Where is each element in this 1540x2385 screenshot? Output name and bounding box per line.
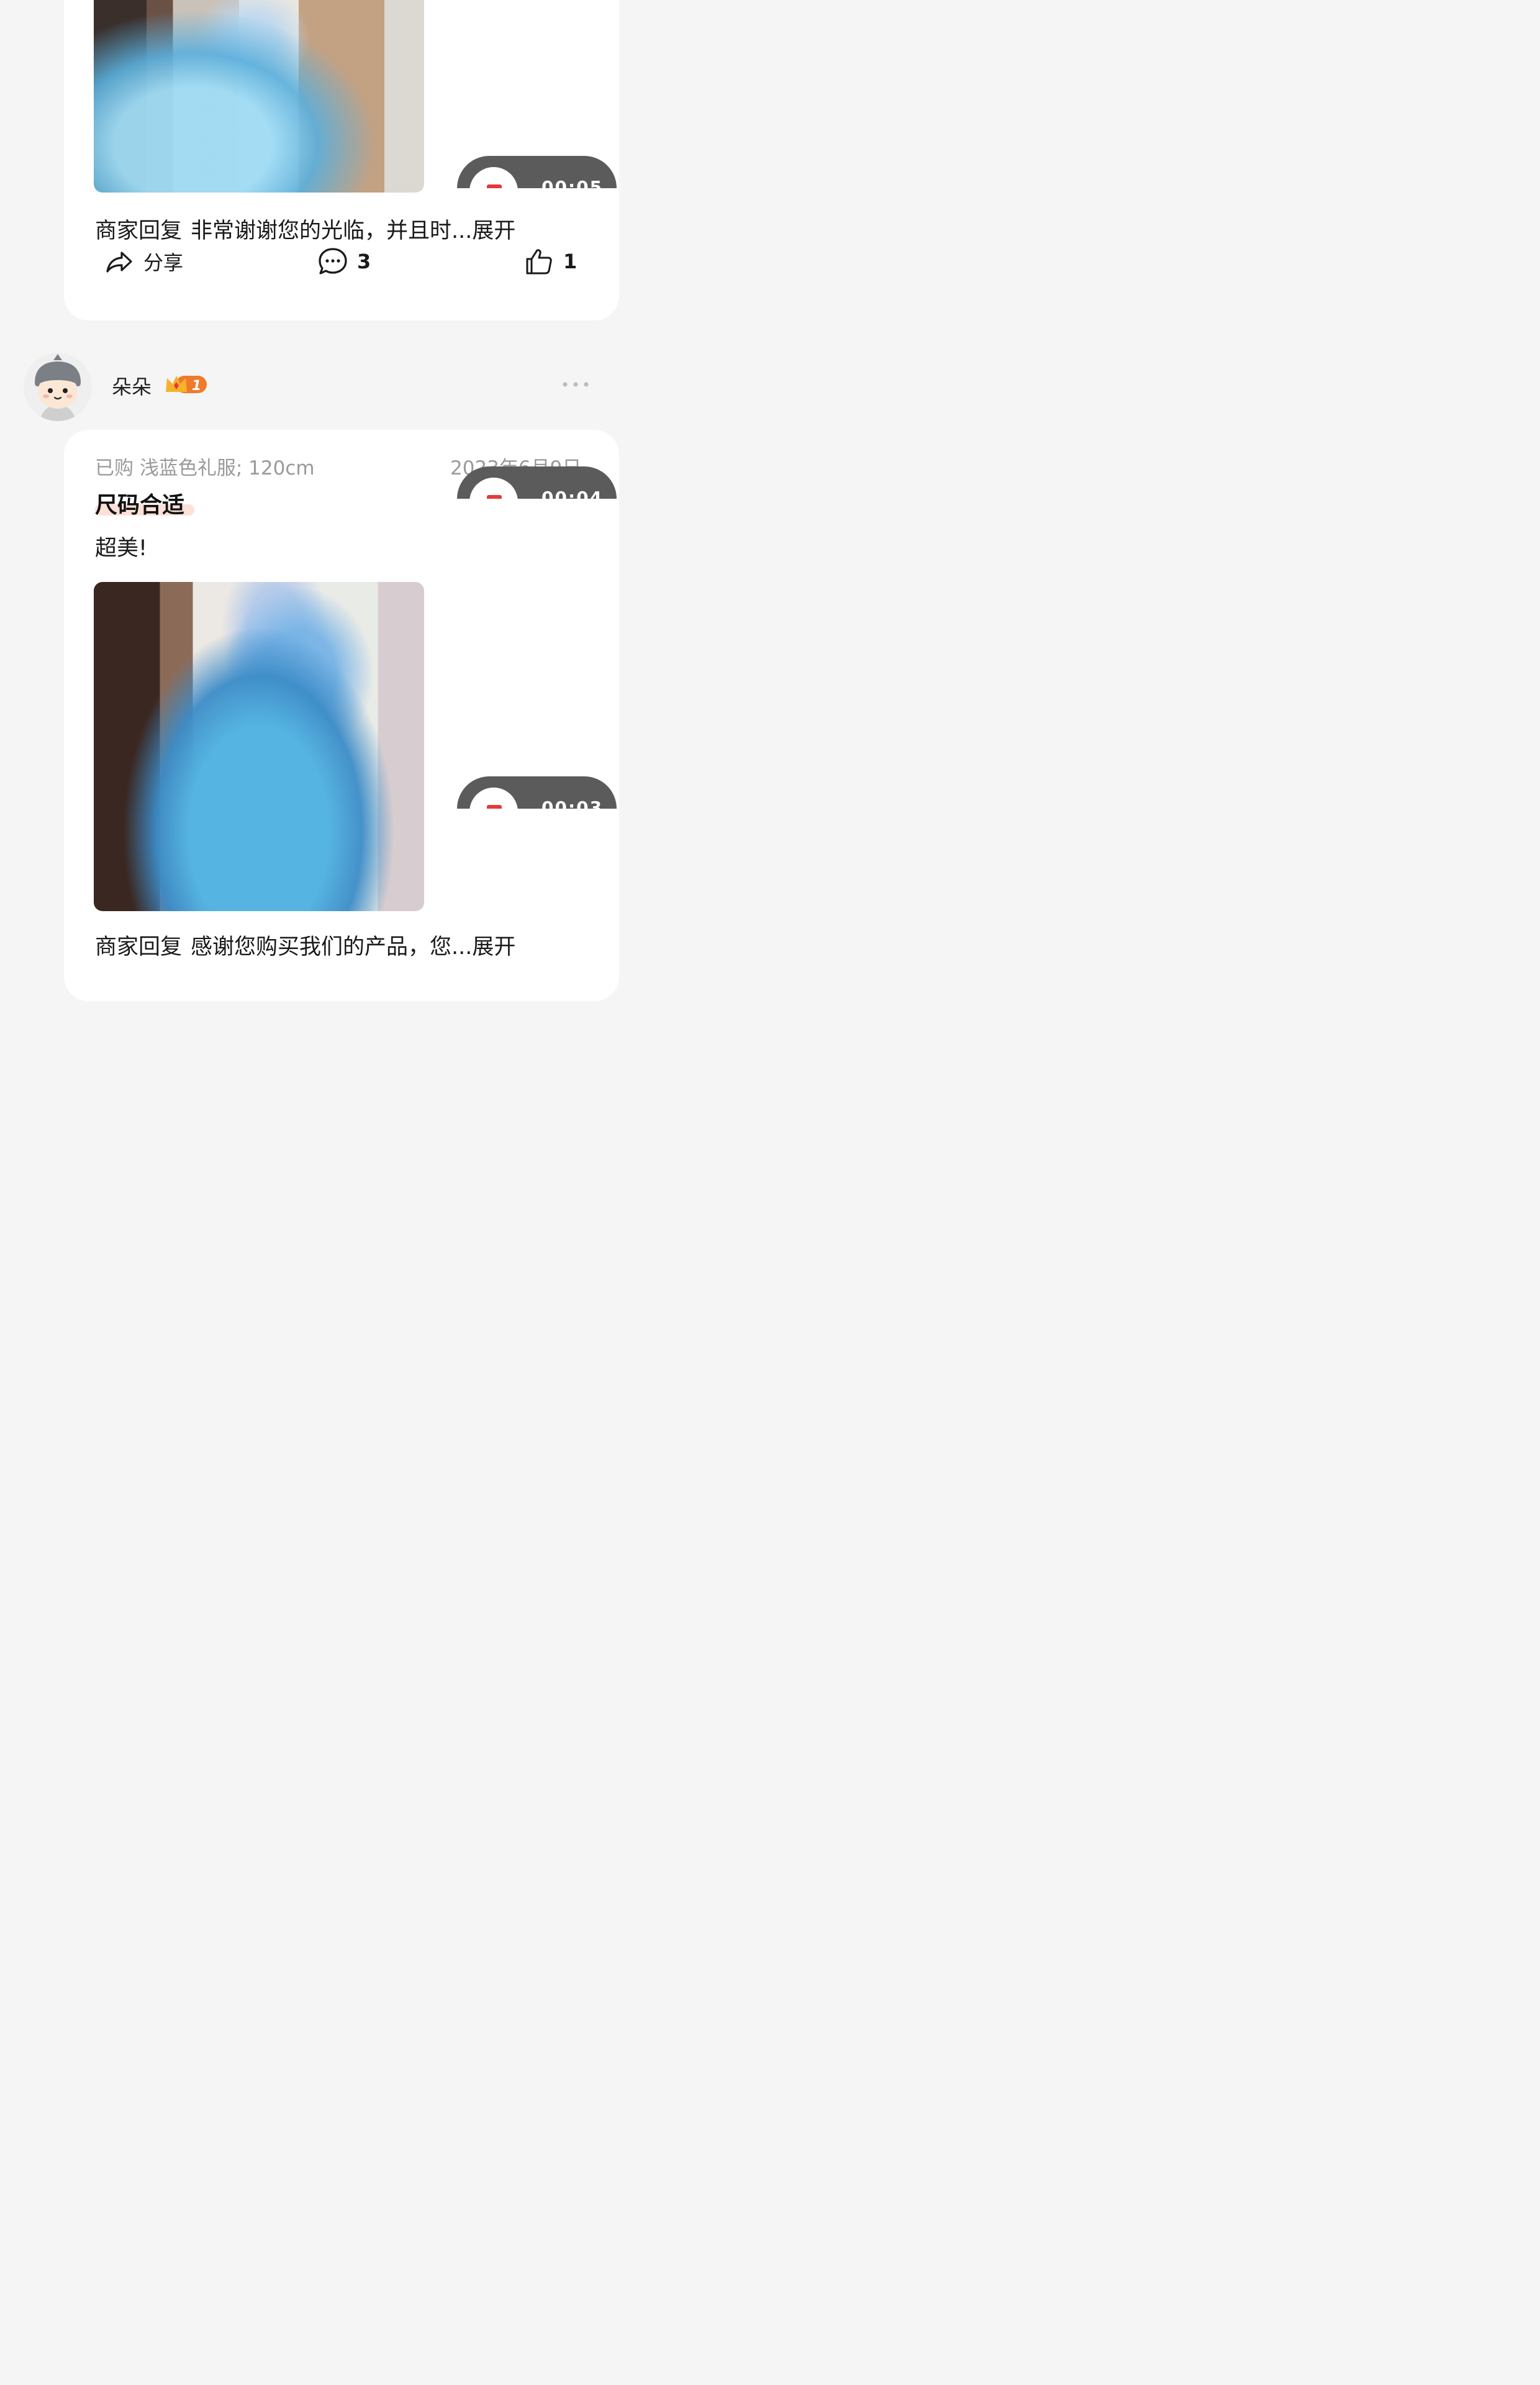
expand-link[interactable]: 展开 (472, 935, 515, 960)
purchase-info: 已购 浅蓝色礼服; 120cm (95, 457, 315, 479)
vip-level: 1 (192, 378, 201, 394)
review-text: 超美! (95, 536, 148, 561)
video-badge[interactable]: 00:04 (457, 466, 617, 499)
like-button[interactable]: 1 (523, 247, 577, 276)
avatar[interactable] (24, 353, 92, 421)
video-duration: 00:04 (541, 488, 604, 499)
video-badge[interactable]: 00:03 (457, 776, 617, 809)
video-indicator (487, 495, 502, 499)
review-photo[interactable] (94, 582, 424, 911)
video-badge[interactable]: 00:05 (457, 156, 617, 188)
thumbs-up-icon (526, 249, 552, 275)
vip-crown-icon: 1 (166, 376, 207, 394)
share-icon (106, 252, 132, 273)
merchant-reply-text: 感谢您购买我们的产品，您... (191, 935, 473, 960)
share-label: 分享 (143, 251, 184, 275)
review-card: 已购 浅蓝色礼服; 120cm 2023年6月9日 00:04 尺码合适 超美!… (64, 430, 619, 1001)
expand-link[interactable]: 展开 (472, 219, 515, 243)
comment-icon (319, 248, 347, 275)
avatar-icon (35, 354, 81, 421)
merchant-reply[interactable]: 商家回复 非常谢谢您的光临，并且时...展开 (95, 217, 515, 245)
comment-button[interactable]: 3 (317, 247, 371, 276)
merchant-reply-label: 商家回复 (95, 935, 183, 960)
video-duration: 00:05 (541, 177, 604, 188)
size-tag-label: 尺码合适 (95, 493, 185, 518)
review-photo[interactable] (94, 0, 424, 193)
video-indicator (487, 184, 502, 188)
merchant-reply[interactable]: 商家回复 感谢您购买我们的产品，您...展开 (95, 933, 515, 961)
reviewer-header: 朵朵 1 (0, 348, 630, 422)
reviewer-name[interactable]: 朵朵 (112, 371, 152, 400)
merchant-reply-text: 非常谢谢您的光临，并且时... (191, 219, 473, 243)
comment-count: 3 (357, 250, 371, 273)
more-icon[interactable] (560, 380, 591, 389)
video-duration: 00:03 (541, 797, 604, 809)
like-count: 1 (563, 250, 578, 273)
size-tag: 尺码合适 (95, 487, 194, 519)
review-card-top: 00:05 商家回复 非常谢谢您的光临，并且时...展开 分享 3 1 (64, 0, 619, 320)
video-indicator (487, 805, 502, 809)
merchant-reply-label: 商家回复 (95, 219, 183, 243)
share-button[interactable]: 分享 (104, 247, 183, 276)
